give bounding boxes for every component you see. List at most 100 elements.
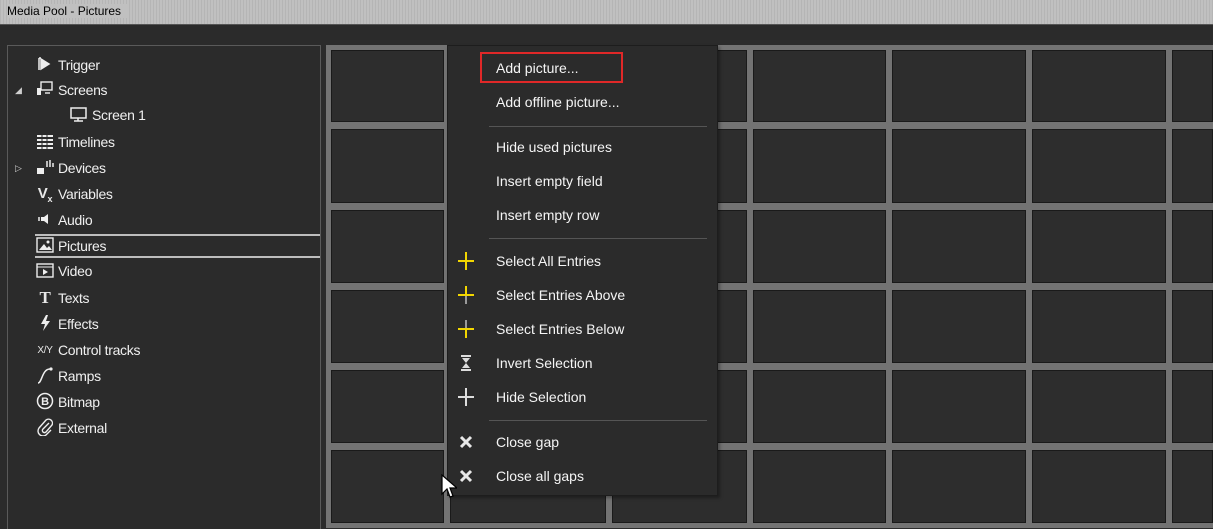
tree-item-label: Bitmap <box>58 394 100 410</box>
audio-icon <box>35 212 55 229</box>
mouse-cursor-icon <box>441 473 459 505</box>
menu-item-select-entries-below[interactable]: Select Entries Below <box>496 318 624 340</box>
control-tracks-icon: X/Y <box>37 344 53 356</box>
grid-cell[interactable] <box>331 370 444 443</box>
grid-cell[interactable] <box>753 290 886 363</box>
grid-cell[interactable] <box>1172 210 1213 283</box>
title-bar: Media Pool - Pictures <box>0 0 1213 25</box>
tree-item-control-tracks[interactable]: X/Y Control tracks <box>35 339 140 361</box>
tree-item-variables[interactable]: Vx Variables <box>35 183 113 205</box>
tree-item-ramps[interactable]: Ramps <box>35 365 101 387</box>
tree-item-label: Ramps <box>58 368 101 384</box>
menu-item-select-entries-above[interactable]: Select Entries Above <box>496 284 625 306</box>
grid-cell[interactable] <box>1032 210 1166 283</box>
effects-icon <box>35 314 55 334</box>
menu-item-close-gap[interactable]: Close gap <box>496 431 559 453</box>
select-above-icon <box>456 284 476 306</box>
pictures-icon <box>35 236 55 256</box>
tree-item-label: Variables <box>58 186 113 202</box>
grid-cell[interactable] <box>1032 370 1166 443</box>
tree-item-label: Timelines <box>58 134 115 150</box>
menu-separator <box>489 238 707 239</box>
grid-cell[interactable] <box>331 50 444 122</box>
tree-item-external[interactable]: External <box>35 417 107 439</box>
tree-item-effects[interactable]: Effects <box>35 313 99 335</box>
grid-cell[interactable] <box>892 290 1026 363</box>
tree-item-screen-1[interactable]: Screen 1 <box>69 104 146 126</box>
tree-item-label: Video <box>58 263 93 279</box>
devices-icon <box>35 159 55 178</box>
grid-cell[interactable] <box>1032 290 1166 363</box>
grid-cell[interactable] <box>331 450 444 523</box>
tree-item-timelines[interactable]: Timelines <box>35 131 115 153</box>
collapsed-arrow-icon[interactable]: ▷ <box>15 163 22 174</box>
tree-item-audio[interactable]: Audio <box>35 209 93 231</box>
grid-cell[interactable] <box>1172 370 1213 443</box>
tree-item-label: Pictures <box>58 238 107 254</box>
close-all-gaps-icon <box>456 465 476 487</box>
grid-cell[interactable] <box>1172 290 1213 363</box>
media-pool-tree[interactable]: Trigger ◢ Screens Screen 1 Timelines ▷ D… <box>7 45 321 529</box>
grid-cell[interactable] <box>753 370 886 443</box>
expanded-arrow-icon[interactable]: ◢ <box>15 85 22 96</box>
tree-item-video[interactable]: Video <box>35 260 92 282</box>
menu-item-add-picture[interactable]: Add picture... <box>496 57 579 79</box>
grid-cell[interactable] <box>1032 50 1166 122</box>
tree-item-label: Trigger <box>58 57 100 73</box>
grid-cell[interactable] <box>331 290 444 363</box>
tree-item-label: Texts <box>58 290 90 306</box>
external-icon <box>35 417 55 439</box>
close-gap-icon <box>456 431 476 453</box>
menu-item-insert-empty-row[interactable]: Insert empty row <box>496 204 599 226</box>
screen-icon <box>69 106 89 125</box>
tree-item-screens[interactable]: Screens <box>35 79 108 101</box>
grid-cell[interactable] <box>331 129 444 203</box>
grid-cell[interactable] <box>892 450 1026 523</box>
tree-item-label: Effects <box>58 316 99 332</box>
tree-item-trigger[interactable]: Trigger <box>35 54 100 76</box>
grid-cell[interactable] <box>892 50 1026 122</box>
ramps-icon <box>35 366 55 387</box>
variables-icon: Vx <box>37 184 53 204</box>
texts-icon: T <box>39 288 51 307</box>
menu-item-select-all-entries[interactable]: Select All Entries <box>496 250 601 272</box>
video-icon <box>35 262 55 281</box>
menu-item-invert-selection[interactable]: Invert Selection <box>496 352 593 374</box>
grid-cell[interactable] <box>1172 129 1213 203</box>
menu-item-hide-selection[interactable]: Hide Selection <box>496 386 586 408</box>
tree-item-pictures[interactable]: Pictures <box>35 234 320 258</box>
menu-item-insert-empty-field[interactable]: Insert empty field <box>496 170 603 192</box>
bitmap-icon: B <box>35 392 55 413</box>
tree-item-texts[interactable]: T Texts <box>35 287 89 309</box>
grid-cell[interactable] <box>892 129 1026 203</box>
tree-item-devices[interactable]: Devices <box>35 157 106 179</box>
grid-cell[interactable] <box>892 210 1026 283</box>
menu-item-close-all-gaps[interactable]: Close all gaps <box>496 465 584 487</box>
tree-item-bitmap[interactable]: B Bitmap <box>35 391 100 413</box>
grid-cell[interactable] <box>1032 129 1166 203</box>
grid-cell[interactable] <box>753 210 886 283</box>
tree-item-label: Screen 1 <box>92 107 146 123</box>
tree-item-label: Screens <box>58 82 108 98</box>
menu-item-hide-used-pictures[interactable]: Hide used pictures <box>496 136 612 158</box>
menu-item-add-offline-picture[interactable]: Add offline picture... <box>496 91 619 113</box>
grid-cell[interactable] <box>753 50 886 122</box>
invert-selection-icon <box>456 352 476 374</box>
grid-cell[interactable] <box>753 450 886 523</box>
timelines-icon <box>35 133 55 152</box>
svg-text:B: B <box>41 396 49 408</box>
context-menu: Add picture... Add offline picture... Hi… <box>447 45 718 496</box>
menu-separator <box>489 420 707 421</box>
menu-separator <box>489 126 707 127</box>
select-all-icon <box>456 250 476 272</box>
grid-cell[interactable] <box>1172 50 1213 122</box>
tree-item-label: External <box>58 420 107 436</box>
grid-cell[interactable] <box>1172 450 1213 523</box>
tree-item-label: Audio <box>58 212 93 228</box>
grid-cell[interactable] <box>892 370 1026 443</box>
grid-cell[interactable] <box>1032 450 1166 523</box>
hide-selection-icon <box>456 386 476 408</box>
tree-item-label: Control tracks <box>58 342 141 358</box>
grid-cell[interactable] <box>753 129 886 203</box>
grid-cell[interactable] <box>331 210 444 283</box>
